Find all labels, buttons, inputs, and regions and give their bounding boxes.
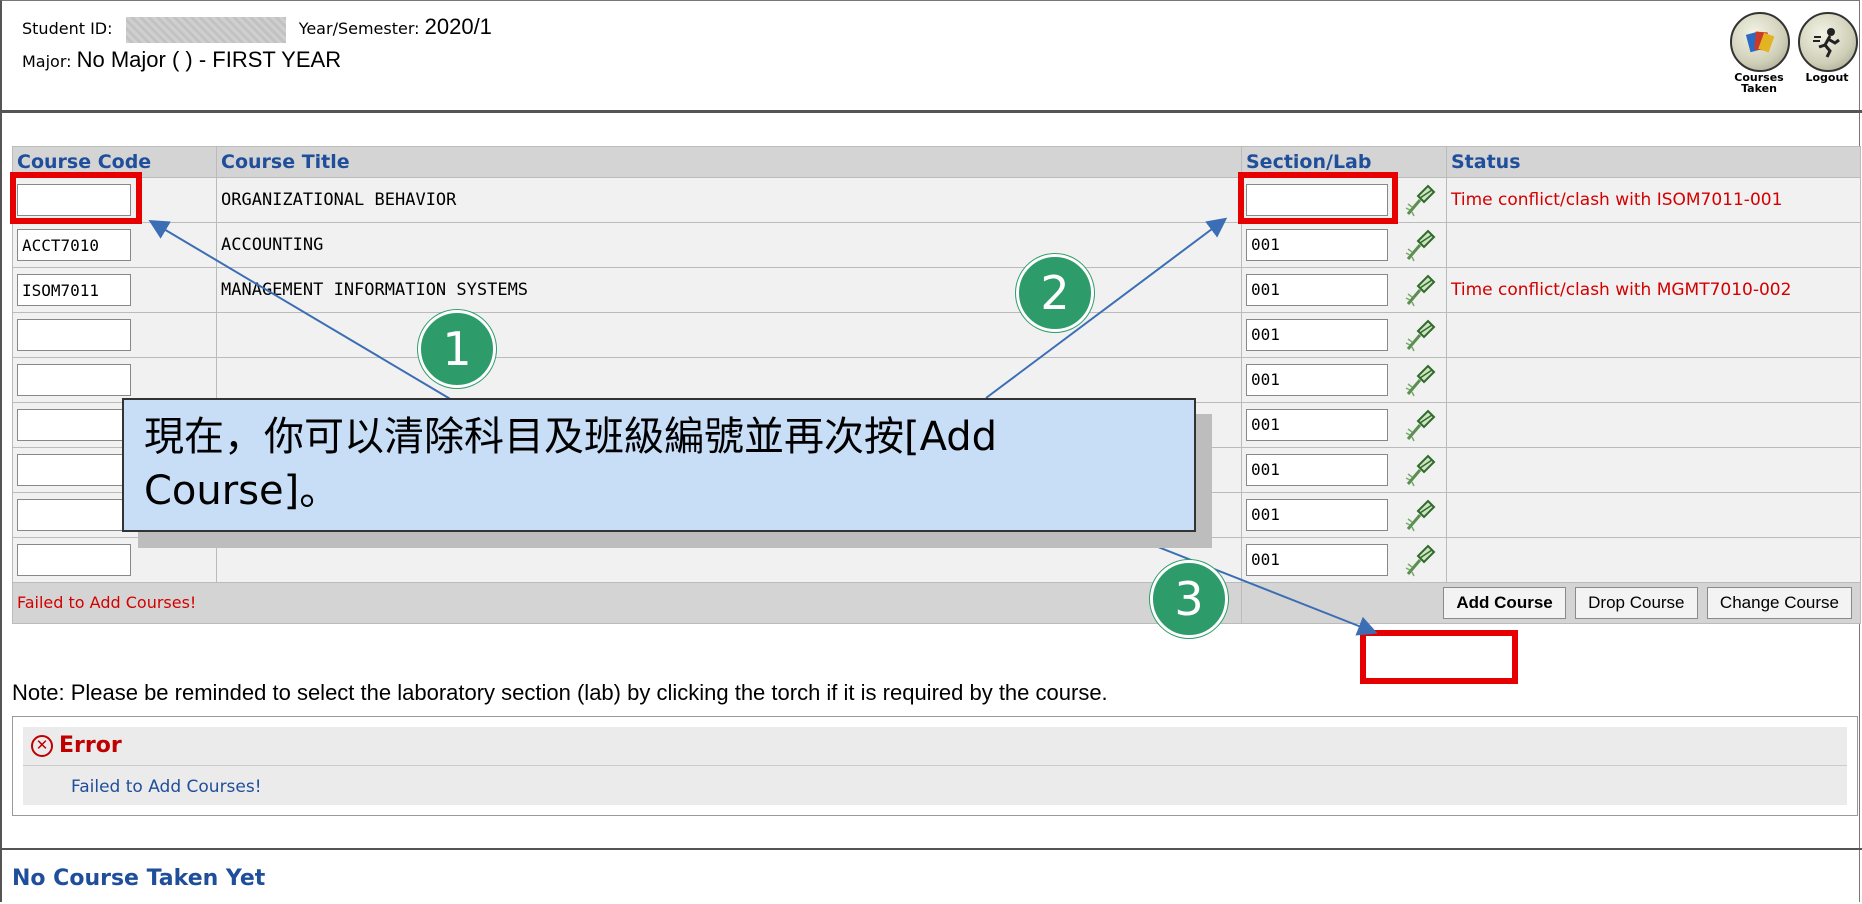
- callout-line-1: 現在，你可以清除科目及班級編號並再次按[Add: [144, 414, 998, 460]
- step-badge-2: 2: [1016, 254, 1094, 332]
- step-badge-3: 3: [1150, 560, 1228, 638]
- instruction-callout: 現在，你可以清除科目及班級編號並再次按[Add Course]。: [122, 398, 1196, 532]
- callout-line-2: Course]。: [144, 468, 340, 514]
- step-badge-1: 1: [418, 310, 496, 388]
